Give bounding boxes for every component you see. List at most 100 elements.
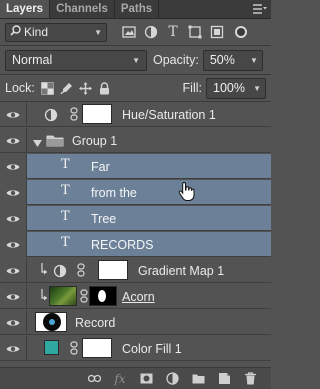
eye-icon: [6, 293, 20, 300]
visibility-toggle[interactable]: [0, 206, 27, 231]
add-mask-icon[interactable]: [139, 372, 153, 386]
filter-icons: T: [121, 24, 247, 40]
lock-transparent-icon[interactable]: [41, 81, 55, 95]
layer-thumbnail[interactable]: [49, 286, 77, 306]
layer-row[interactable]: Color Fill 1: [0, 336, 271, 361]
type-layer-icon: T: [61, 235, 70, 250]
new-group-icon[interactable]: [191, 372, 205, 386]
panel-menu-icon[interactable]: [249, 0, 271, 18]
fill-label: Fill:: [182, 81, 202, 95]
layer-name[interactable]: Color Fill 1: [122, 342, 182, 356]
adjustment-filter-icon[interactable]: [143, 24, 159, 40]
divider: [0, 45, 271, 46]
opacity-value: 50%: [209, 53, 235, 67]
hand-cursor-icon: [178, 181, 195, 201]
layer-row[interactable]: T Tree: [0, 206, 271, 231]
layer-row[interactable]: T from the: [0, 180, 271, 205]
lock-all-icon[interactable]: [98, 81, 112, 95]
type-layer-icon: T: [61, 183, 70, 198]
filter-toggle-switch[interactable]: [235, 26, 247, 38]
adjustment-layer-icon: [53, 264, 67, 278]
layer-mask-thumbnail[interactable]: [89, 286, 117, 306]
fx-icon[interactable]: fx: [113, 372, 127, 386]
layer-name[interactable]: Tree: [91, 212, 116, 226]
layer-name[interactable]: Hue/Saturation 1: [122, 108, 216, 122]
pixel-filter-icon[interactable]: [121, 24, 137, 40]
layer-row[interactable]: Hue/Saturation 1: [0, 102, 271, 127]
layer-name[interactable]: Far: [91, 160, 110, 174]
layer-name[interactable]: Group 1: [72, 134, 117, 148]
layer-mask-thumbnail[interactable]: [82, 104, 112, 124]
layer-row[interactable]: T Far: [0, 154, 271, 179]
type-filter-icon[interactable]: T: [165, 24, 181, 40]
new-layer-icon[interactable]: [217, 372, 231, 386]
layers-bottom-toolbar: fx: [0, 367, 271, 389]
lock-row: Lock: Fill: 100% ▼: [0, 76, 271, 100]
filter-kind-select[interactable]: Kind ▼: [5, 22, 107, 42]
visibility-toggle[interactable]: [0, 284, 27, 309]
divider: [0, 74, 271, 75]
chevron-down-icon: ▼: [249, 55, 258, 65]
layer-name[interactable]: Acorn: [122, 290, 155, 304]
visibility-toggle[interactable]: [0, 336, 27, 361]
link-layers-icon[interactable]: [87, 372, 101, 386]
type-layer-icon: T: [61, 209, 70, 224]
eye-icon: [6, 137, 20, 144]
smart-object-filter-icon[interactable]: [209, 24, 225, 40]
type-layer-icon: T: [61, 157, 70, 172]
layer-row[interactable]: Record: [0, 310, 271, 335]
link-icon[interactable]: [80, 289, 88, 303]
link-icon[interactable]: [70, 107, 78, 121]
adjustment-layer-icon: [44, 108, 58, 122]
chevron-down-icon[interactable]: [33, 136, 42, 150]
delete-layer-icon[interactable]: [243, 372, 257, 386]
tab-channels[interactable]: Channels: [50, 0, 115, 18]
visibility-toggle[interactable]: [0, 102, 27, 127]
folder-icon: [46, 134, 64, 150]
chevron-down-icon: ▼: [94, 27, 102, 37]
layer-row[interactable]: Gradient Map 1: [0, 258, 271, 283]
fill-value: 100%: [213, 81, 245, 95]
fill-field[interactable]: 100% ▼: [206, 77, 266, 99]
visibility-toggle[interactable]: [0, 128, 27, 153]
blend-row: Normal ▼ Opacity: 50% ▼: [0, 47, 271, 73]
layer-name[interactable]: Gradient Map 1: [138, 264, 224, 278]
opacity-field[interactable]: 50% ▼: [202, 49, 263, 71]
layer-mask-thumbnail[interactable]: [98, 260, 128, 280]
layer-row[interactable]: T RECORDS: [0, 232, 271, 257]
blend-mode-select[interactable]: Normal ▼: [5, 49, 147, 71]
lock-move-icon[interactable]: [79, 81, 93, 95]
eye-icon: [6, 241, 20, 248]
tab-paths[interactable]: Paths: [115, 0, 160, 18]
clipping-mask-icon: [40, 289, 48, 304]
color-fill-swatch[interactable]: [44, 340, 59, 355]
layer-name[interactable]: Record: [75, 316, 115, 330]
visibility-toggle[interactable]: [0, 258, 27, 283]
eye-icon: [6, 345, 20, 352]
lock-label: Lock:: [5, 81, 35, 95]
lock-paint-icon[interactable]: [60, 81, 74, 95]
shape-filter-icon[interactable]: [187, 24, 203, 40]
panel-tab-bar: Layers Channels Paths: [0, 0, 271, 19]
eye-icon: [6, 189, 20, 196]
layer-row[interactable]: Group 1: [0, 128, 271, 153]
layer-name[interactable]: from the: [91, 186, 137, 200]
filter-kind-label: Kind: [24, 25, 49, 39]
tab-layers[interactable]: Layers: [0, 0, 51, 18]
link-icon[interactable]: [77, 263, 85, 277]
eye-icon: [6, 163, 20, 170]
lock-icons: [41, 81, 112, 95]
layer-name[interactable]: RECORDS: [91, 238, 154, 252]
visibility-toggle[interactable]: [0, 310, 27, 335]
link-icon[interactable]: [70, 341, 78, 355]
search-icon: [10, 25, 21, 39]
layer-mask-thumbnail[interactable]: [82, 338, 112, 358]
visibility-toggle[interactable]: [0, 232, 27, 257]
eye-icon: [6, 267, 20, 274]
layers-list: Hue/Saturation 1 Group 1 T Far T from th…: [0, 102, 271, 364]
visibility-toggle[interactable]: [0, 180, 27, 205]
visibility-toggle[interactable]: [0, 154, 27, 179]
layer-thumbnail[interactable]: [35, 312, 67, 332]
layer-row[interactable]: Acorn: [0, 284, 271, 309]
new-adjustment-icon[interactable]: [165, 372, 179, 386]
